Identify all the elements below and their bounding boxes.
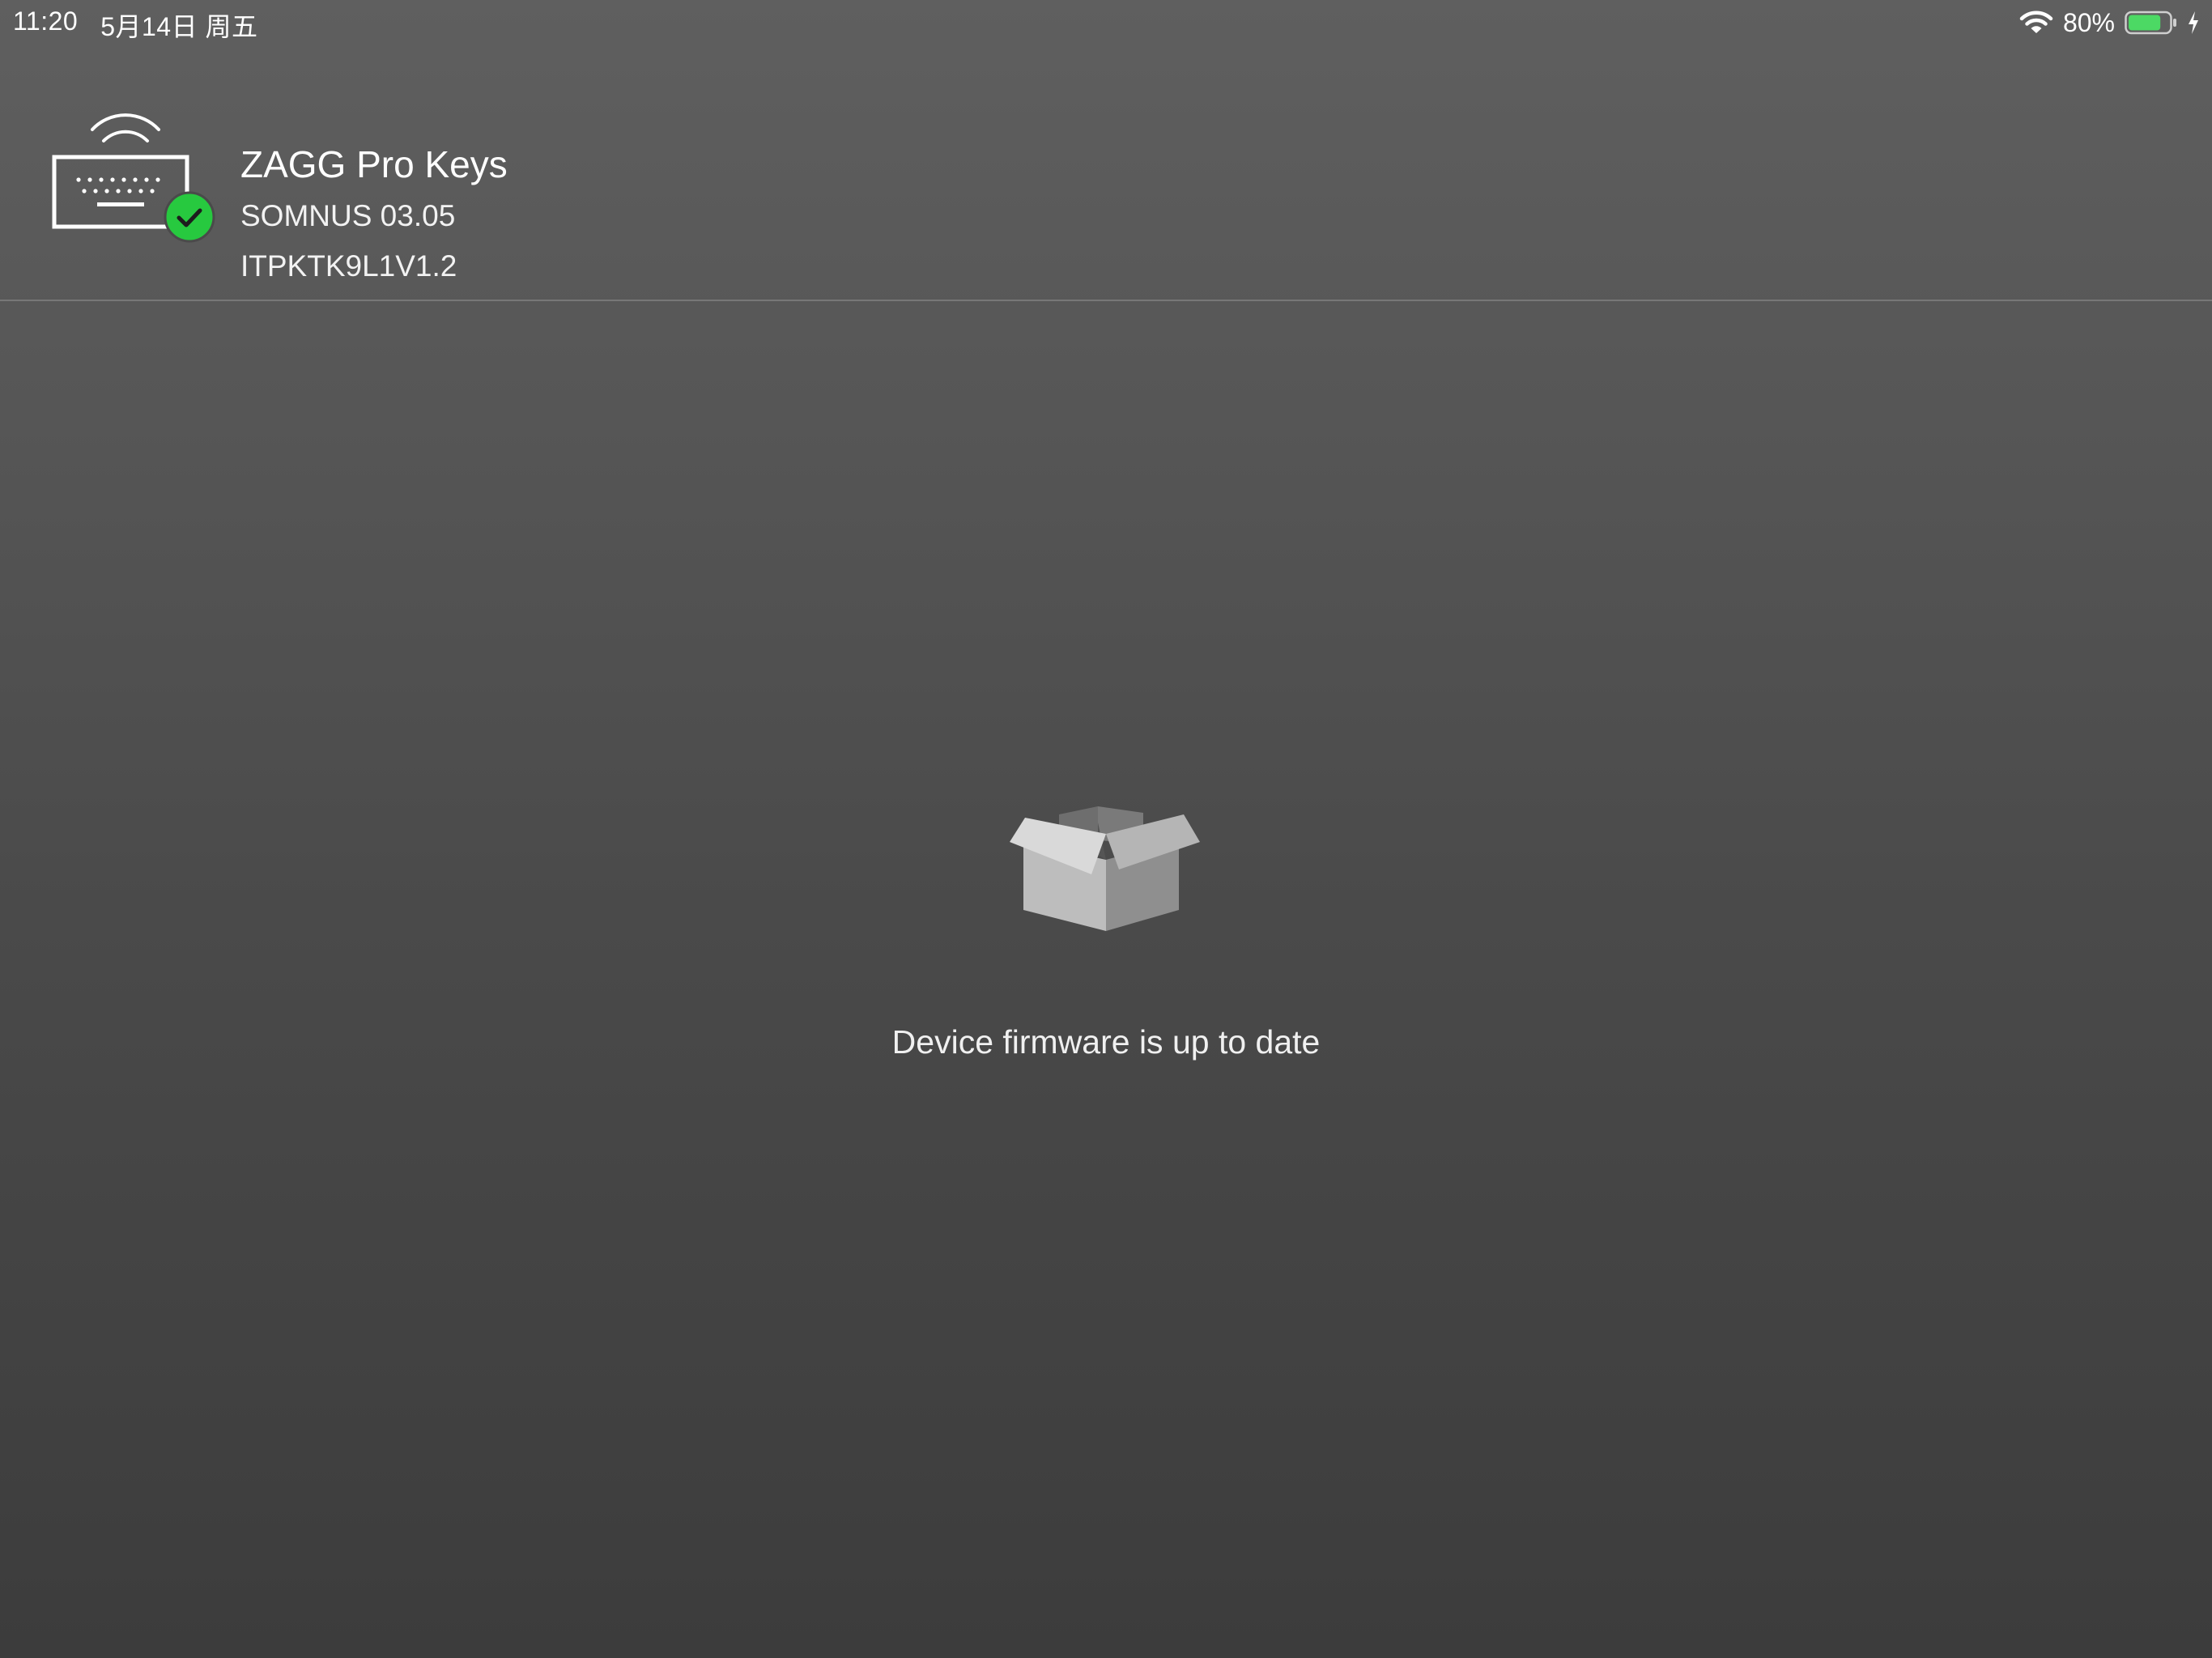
device-name: ZAGG Pro Keys bbox=[240, 143, 508, 185]
battery-icon bbox=[2125, 10, 2178, 36]
firmware-status-message: Device firmware is up to date bbox=[891, 1023, 1321, 1061]
check-badge-icon bbox=[164, 191, 215, 243]
status-bar: 11:20 5月14日 周五 80% bbox=[0, 0, 2212, 45]
device-firmware-version: SOMNUS 03.05 bbox=[240, 199, 456, 232]
charging-icon bbox=[2188, 11, 2199, 35]
battery-percent: 80% bbox=[2062, 7, 2115, 37]
open-box-icon bbox=[1007, 803, 1205, 937]
status-date: 5月14日 周五 bbox=[100, 12, 258, 41]
status-left: 11:20 5月14日 周五 bbox=[13, 6, 258, 44]
battery-fill bbox=[2129, 15, 2161, 31]
keyboard-wireless-icon bbox=[49, 100, 219, 246]
device-model: ITPKTK9L1V1.2 bbox=[240, 249, 457, 283]
wifi-icon bbox=[2019, 10, 2053, 36]
device-header: ZAGG Pro Keys SOMNUS 03.05 ITPKTK9L1V1.2 bbox=[0, 45, 2212, 301]
status-time: 11:20 bbox=[13, 6, 79, 36]
status-right: 80% bbox=[2019, 6, 2199, 39]
